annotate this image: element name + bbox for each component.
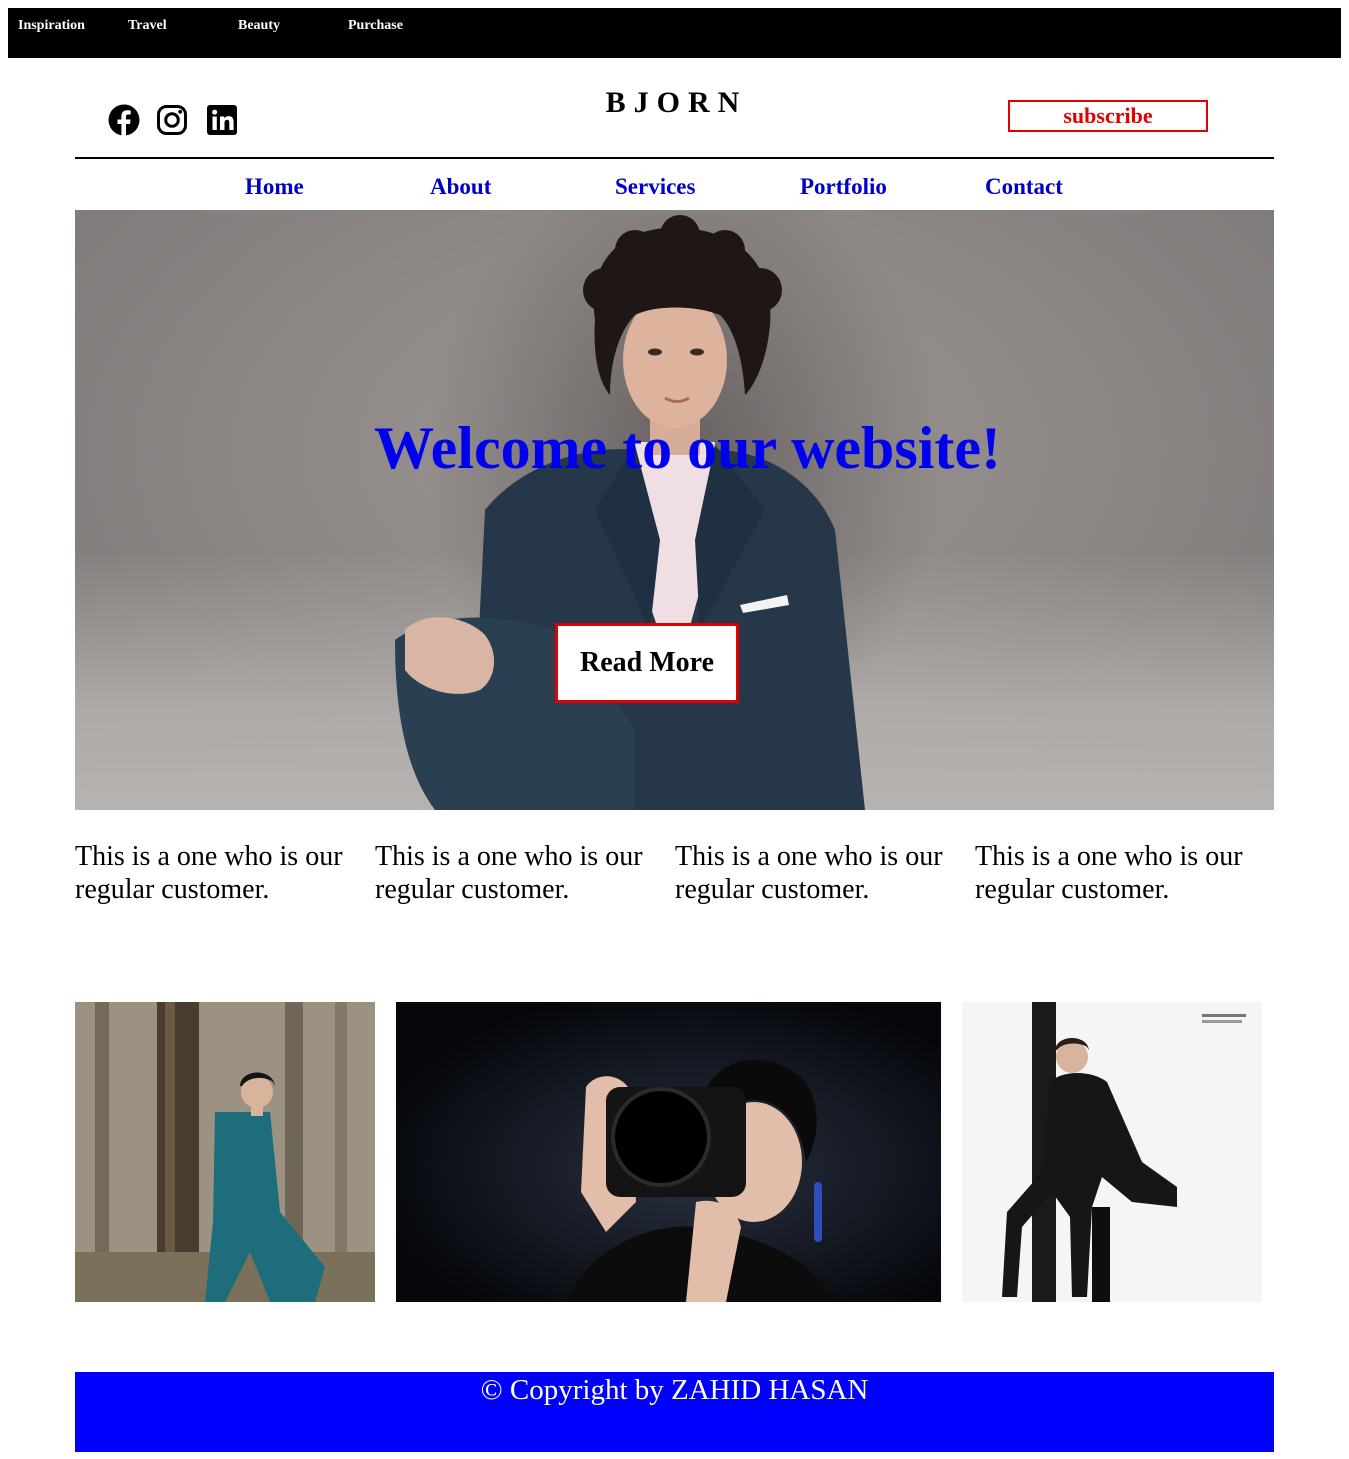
hero-banner: Welcome to our website! Read More (75, 210, 1274, 810)
topbar-link-purchase[interactable]: Purchase (348, 18, 403, 34)
nav-home[interactable]: Home (245, 174, 304, 200)
testimonial-text: This is a one who is our regular custome… (975, 841, 1243, 905)
hero-photo (395, 210, 945, 810)
hero-heading: Welcome to our website! (373, 415, 1002, 481)
subscribe-button[interactable]: subscribe (1008, 100, 1208, 132)
header-divider (75, 157, 1274, 159)
topbar-link-travel[interactable]: Travel (128, 18, 167, 34)
nav-portfolio[interactable]: Portfolio (800, 174, 887, 200)
gallery-image-man-suit[interactable] (962, 1002, 1262, 1302)
nav-services[interactable]: Services (615, 174, 695, 200)
testimonial-text: This is a one who is our regular custome… (375, 841, 643, 905)
testimonial-text: This is a one who is our regular custome… (675, 841, 943, 905)
footer: © Copyright by ZAHID HASAN (75, 1372, 1274, 1452)
topbar-link-beauty[interactable]: Beauty (238, 18, 280, 34)
copyright-text: © Copyright by ZAHID HASAN (480, 1374, 869, 1406)
topbar-link-inspiration[interactable]: Inspiration (18, 18, 85, 34)
nav-contact[interactable]: Contact (985, 174, 1063, 200)
gallery-image-forest-man[interactable] (75, 1002, 375, 1302)
read-more-button[interactable]: Read More (555, 623, 739, 703)
testimonial-text: This is a one who is our regular custome… (75, 841, 343, 905)
nav-about[interactable]: About (430, 174, 491, 200)
gallery-image-photographer[interactable] (396, 1002, 941, 1302)
top-bar: Inspiration Travel Beauty Purchase (8, 8, 1341, 58)
